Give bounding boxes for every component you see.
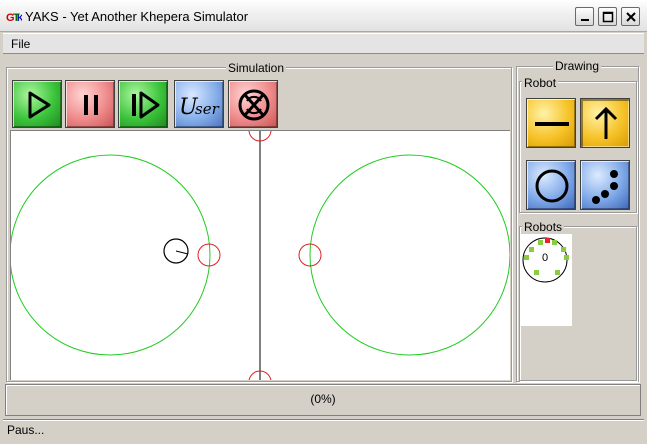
window-title: YAKS - Yet Another Khepera Simulator (25, 9, 249, 24)
minimize-button[interactable] (575, 7, 594, 26)
menu-bar: File (3, 33, 644, 54)
close-icon (626, 12, 636, 22)
title-bar[interactable]: G T K YAKS - Yet Another Khepera Simulat… (0, 0, 647, 32)
robot-id-label: 0 (542, 252, 549, 264)
maximize-icon (602, 11, 614, 23)
robot-caption: Robot (522, 76, 559, 90)
pause-button[interactable] (65, 80, 115, 128)
close-button[interactable] (621, 7, 640, 26)
progress-text: (0%) (310, 392, 336, 406)
step-button[interactable] (118, 80, 168, 128)
status-text: Paus... (7, 423, 45, 437)
draw-wall-button[interactable] (526, 98, 576, 148)
draw-circle-button[interactable] (526, 160, 576, 210)
draw-direction-button[interactable] (580, 98, 630, 148)
user-button[interactable]: U ser (174, 80, 224, 128)
svg-text:ser: ser (195, 100, 220, 118)
drawing-caption: Drawing (553, 59, 602, 73)
minimize-icon (581, 19, 589, 21)
reset-icon (238, 89, 270, 121)
robots-caption: Robots (522, 220, 565, 234)
app-icon: G T K (6, 12, 22, 24)
simulation-caption: Simulation (226, 61, 287, 75)
dots-icon (592, 170, 618, 204)
step-icon (132, 91, 160, 119)
app-window: G T K YAKS - Yet Another Khepera Simulat… (0, 0, 647, 444)
line-icon (535, 122, 569, 126)
draw-dots-button[interactable] (580, 160, 630, 210)
play-button[interactable] (12, 80, 62, 128)
user-text-icon: U ser (179, 95, 220, 120)
pause-icon (84, 95, 98, 115)
progress-bar: (0%) (5, 384, 641, 416)
khepera-robot[interactable] (163, 238, 189, 264)
simulation-canvas[interactable] (10, 130, 510, 380)
reset-button[interactable] (228, 80, 278, 128)
obstacle-left (197, 243, 221, 267)
arena-drawing[interactable] (11, 131, 510, 380)
maximize-button[interactable] (598, 7, 617, 26)
right-track-circle (309, 154, 510, 356)
circle-icon (535, 169, 569, 203)
svg-text:K: K (17, 13, 22, 23)
status-bar: Paus... (3, 419, 644, 440)
left-track-circle (11, 154, 211, 356)
arrow-up-icon (594, 106, 618, 139)
robots-list[interactable]: 0 (521, 234, 572, 326)
menu-file[interactable]: File (11, 37, 30, 51)
play-icon (28, 91, 51, 119)
